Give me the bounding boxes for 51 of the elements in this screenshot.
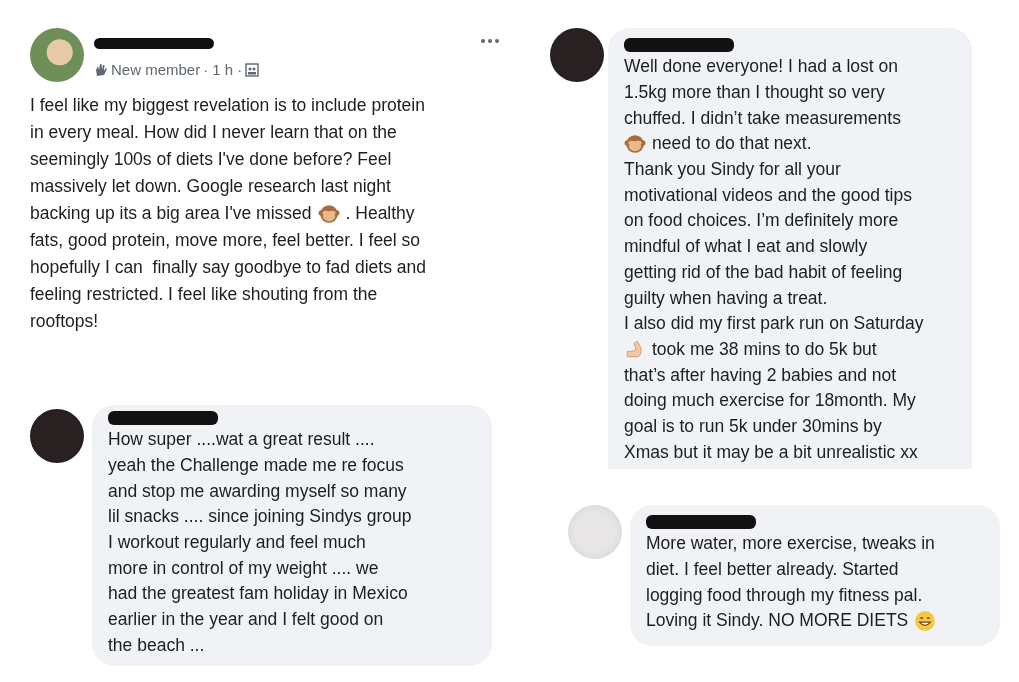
avatar-placeholder [30, 28, 84, 82]
comment-text: How super ....wat a great result .... [108, 429, 375, 451]
comment-text: hopefully I can finally say goodbye to fad diets and [30, 257, 426, 278]
comment-text: fats, good protein, move more, feel better. I feel so [30, 230, 421, 251]
member-label: New member [111, 61, 201, 78]
comment-text: yeah the Challenge made me re focus [108, 455, 404, 477]
comment-text: logging food through my fitness pal. [646, 584, 923, 606]
group-icon [245, 62, 260, 77]
more-options-icon[interactable] [480, 38, 500, 44]
comment-text: the beach ... [108, 634, 205, 656]
comment-text: 1.5kg more than I thought so very [624, 82, 885, 104]
comment-text: . Healthy [345, 203, 415, 224]
comment-text: lil snacks .... since joining Sindys group [108, 506, 412, 528]
comment-text: I workout regularly and feel much [108, 532, 366, 554]
monkey-face-icon [624, 132, 646, 155]
hand-icon [94, 62, 108, 77]
monkey-face-icon [317, 202, 340, 225]
avatar-placeholder [30, 409, 84, 463]
comment-text: Loving it Sindy. NO MORE DIETS [646, 610, 909, 632]
comment-text: I feel like my biggest revelation is to include protein [30, 95, 425, 116]
comment-text: took me 38 mins to do 5k but [652, 338, 877, 360]
comment-text: More water, more exercise, tweaks in [646, 533, 935, 555]
comment-text: need to do that next. [652, 133, 812, 155]
comment-text: had the greatest fam holiday in Mexico [108, 583, 408, 605]
comment-text: massively let down. Google research last night [30, 176, 391, 197]
comment-text: that’s after having 2 babies and not [624, 364, 897, 386]
comment-text: mindful of what I eat and slowly [624, 236, 868, 258]
comment-text: diet. I feel better already. Started [646, 559, 899, 581]
comment-text: feeling restricted. I feel like shouting from the [30, 284, 378, 305]
comment-text: Well done everyone! I had a lost on [624, 56, 899, 78]
comment-text: goal is to run 5k under 30mins by [624, 415, 882, 437]
comment-text: rooftops! [30, 311, 99, 332]
post-time: · 1 h · [203, 61, 243, 78]
comment-text: I also did my first park run on Saturday [624, 313, 924, 335]
comment-text: more in control of my weight .... we [108, 557, 379, 579]
grinning-face-icon [914, 609, 937, 632]
comment-text: seemingly 100s of diets I've done before? Feel [30, 149, 392, 170]
comment-text: backing up its a big area I've missed [30, 203, 312, 224]
avatar-placeholder [568, 505, 622, 559]
comment-text: on food choices. I’m definitely more [624, 210, 899, 232]
comment-text: getting rid of the bad habit of feeling [624, 261, 903, 283]
comment-text: guilty when having a treat. [624, 287, 828, 309]
comment-text: in every meal. How did I never learn that on the [30, 122, 397, 143]
comment-text: Xmas but it may be a bit unrealistic xx [624, 441, 918, 463]
avatar-placeholder [550, 28, 604, 82]
comment-text: Thank you Sindy for all your [624, 159, 841, 181]
comment-text: motivational videos and the good tips [624, 184, 912, 206]
comment-text: doing much exercise for 18month. My [624, 390, 916, 412]
comment-text: chuffed. I didn’t take measurements [624, 107, 901, 129]
comment-text: earlier in the year and I felt good on [108, 609, 384, 631]
comment-text: and stop me awarding myself so many [108, 480, 407, 502]
